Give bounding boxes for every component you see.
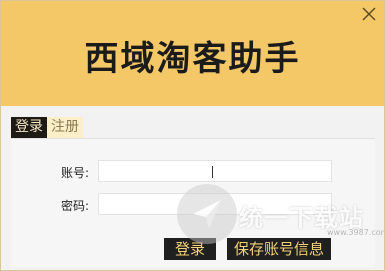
- header-banner: 西域淘客助手: [1, 1, 384, 106]
- account-label: 账号:: [61, 166, 90, 180]
- login-window: 西域淘客助手 登录 注册 账号: 密码: 登录 保存账号信息 统一下载站 www…: [0, 0, 385, 271]
- tab-login[interactable]: 登录: [11, 117, 47, 138]
- account-input[interactable]: [98, 160, 332, 182]
- app-title: 西域淘客助手: [84, 39, 301, 79]
- save-account-button[interactable]: 保存账号信息: [227, 238, 331, 260]
- tab-register[interactable]: 注册: [47, 117, 83, 138]
- text-cursor: [212, 166, 213, 178]
- password-input[interactable]: [98, 193, 332, 215]
- close-icon: [360, 5, 378, 23]
- login-form: 账号: 密码: 登录 保存账号信息: [11, 138, 375, 267]
- close-button[interactable]: [360, 5, 378, 23]
- password-label: 密码:: [61, 199, 90, 213]
- login-button[interactable]: 登录: [164, 238, 216, 260]
- tab-bar: 登录 注册: [11, 117, 83, 138]
